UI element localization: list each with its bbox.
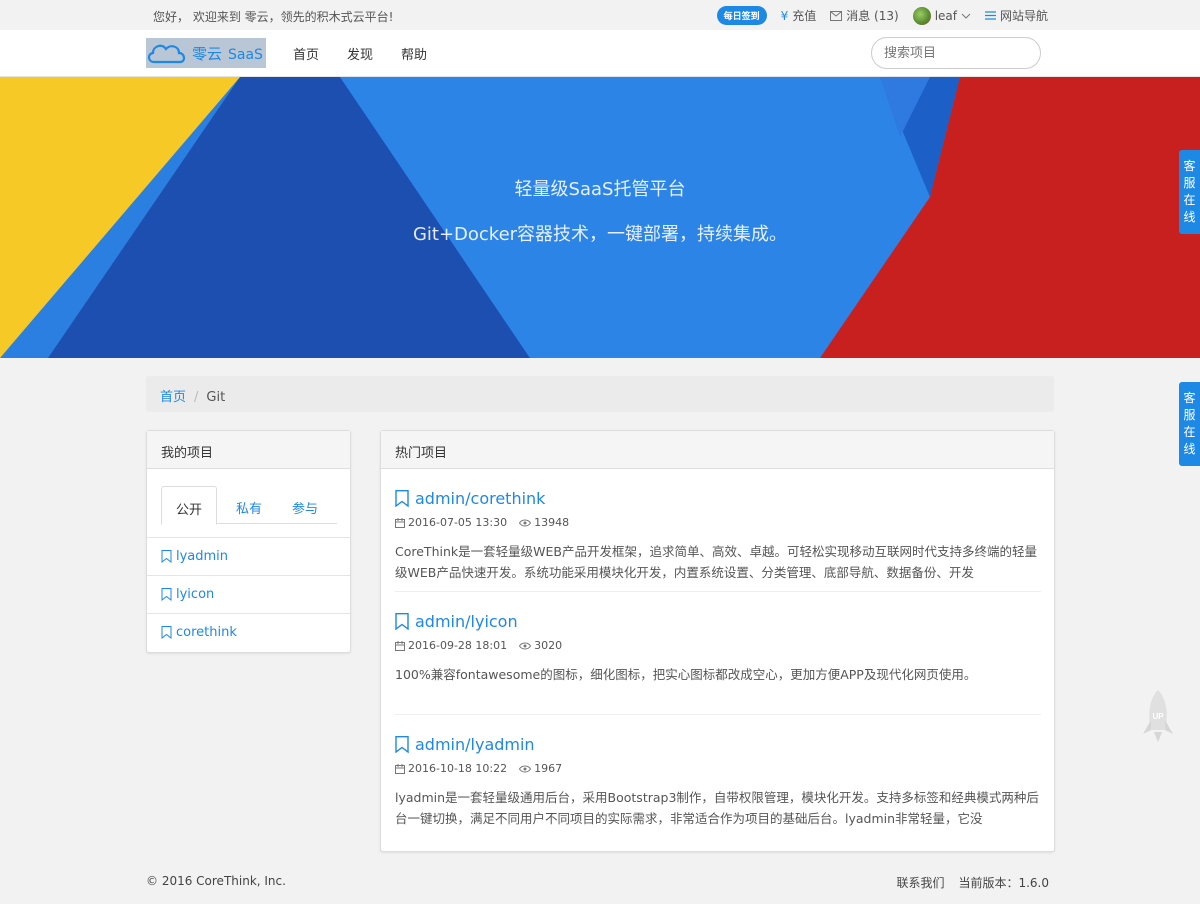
project-views: 13948	[519, 516, 569, 529]
list-item[interactable]: corethink	[147, 613, 350, 651]
breadcrumb-current: Git	[206, 390, 226, 405]
banner-background	[0, 77, 1200, 358]
hero-banner: 轻量级SaaS托管平台 Git+Docker容器技术，一键部署，持续集成。	[0, 77, 1200, 358]
checkin-button[interactable]: 每日签到	[716, 6, 767, 25]
bookmark-icon	[161, 588, 172, 601]
project-meta: 2016-10-18 10:22 1967	[395, 762, 1041, 775]
eye-icon	[519, 765, 532, 772]
project-views: 1967	[519, 762, 562, 775]
rocket-label: UP	[1152, 712, 1164, 721]
project-meta: 2016-07-05 13:30 13948	[395, 516, 1041, 529]
calendar-icon	[395, 763, 405, 774]
date-label: 2016-10-18 10:22	[408, 762, 508, 775]
nav-links: 首页 发现 帮助	[293, 44, 427, 63]
customer-service-button-2[interactable]: 客服在线	[1179, 382, 1200, 466]
customer-service-button[interactable]: 客服在线	[1179, 150, 1200, 234]
site-nav-link[interactable]: 网站导航	[984, 7, 1048, 24]
project-date: 2016-07-05 13:30	[395, 516, 507, 529]
recharge-label: 充值	[792, 9, 817, 23]
project-description: 100%兼容fontawesome的图标，细化图标，把实心图标都改成空心，更加方…	[395, 667, 977, 682]
project-title[interactable]: admin/lyadmin	[395, 735, 1041, 754]
views-count: 3020	[534, 639, 563, 652]
username-label: leaf	[934, 8, 957, 23]
breadcrumb-separator: /	[194, 390, 199, 405]
bookmark-icon	[395, 613, 409, 630]
banner-title: 轻量级SaaS托管平台	[514, 179, 686, 200]
cloud-icon	[147, 44, 186, 64]
bookmark-icon	[395, 490, 409, 507]
avatar	[912, 6, 931, 25]
breadcrumb: 首页 / Git	[146, 376, 1054, 412]
date-label: 2016-07-05 13:30	[408, 516, 508, 529]
logo-text-primary: 零云	[192, 45, 223, 63]
project-link: lyicon	[176, 587, 215, 602]
project-name: admin/lyadmin	[415, 735, 535, 754]
views-count: 13948	[534, 516, 570, 529]
project-link: lyadmin	[176, 549, 229, 564]
list-icon	[984, 11, 996, 20]
calendar-icon	[395, 640, 405, 651]
recharge-link[interactable]: ¥ 充值	[781, 7, 817, 24]
my-projects-title: 我的项目	[147, 431, 350, 469]
yen-icon: ¥	[780, 8, 789, 23]
tab-private[interactable]: 私有	[221, 486, 277, 525]
project-date: 2016-09-28 18:01	[395, 639, 507, 652]
breadcrumb-home[interactable]: 首页	[160, 390, 186, 405]
bookmark-icon	[395, 736, 409, 753]
project-title[interactable]: admin/lyicon	[395, 612, 1041, 631]
list-item[interactable]: lyadmin	[147, 537, 350, 575]
list-item[interactable]: lyicon	[147, 575, 350, 613]
logo-text-secondary: SaaS	[228, 47, 263, 63]
project-name: admin/lyicon	[415, 612, 518, 631]
user-menu[interactable]: leaf	[912, 6, 971, 25]
project-card: admin/lyadmin 2016-10-18 10:22 1967 lyad…	[395, 735, 1041, 829]
project-description: CoreThink是一套轻量级WEB产品开发框架，追求简单、高效、卓越。可轻松实…	[395, 544, 1037, 580]
tab-public[interactable]: 公开	[161, 486, 217, 525]
tab-joined[interactable]: 参与	[277, 486, 333, 525]
nav-link-help[interactable]: 帮助	[401, 44, 427, 63]
project-views: 3020	[519, 639, 562, 652]
project-tabs: 公开 私有 参与	[161, 486, 337, 525]
hot-projects-panel: 热门项目 admin/corethink 2016-07-05 13:30 13…	[380, 430, 1055, 852]
project-name: admin/corethink	[415, 489, 546, 508]
site-nav-label: 网站导航	[999, 9, 1048, 23]
date-label: 2016-09-28 18:01	[408, 639, 508, 652]
divider	[395, 714, 1041, 715]
version-label: 当前版本：1.6.0	[958, 876, 1049, 890]
project-title[interactable]: admin/corethink	[395, 489, 1041, 508]
divider	[395, 591, 1041, 592]
nav-link-discover[interactable]: 发现	[347, 44, 373, 63]
eye-icon	[519, 642, 532, 649]
search-input[interactable]	[871, 37, 1041, 69]
chevron-down-icon	[961, 13, 971, 19]
project-date: 2016-10-18 10:22	[395, 762, 507, 775]
project-meta: 2016-09-28 18:01 3020	[395, 639, 1041, 652]
project-card: admin/corethink 2016-07-05 13:30 13948 C…	[395, 489, 1041, 583]
footer-links: 联系我们 当前版本：1.6.0	[896, 874, 1049, 891]
rocket-icon[interactable]: UP	[1140, 688, 1176, 744]
project-card: admin/lyicon 2016-09-28 18:01 3020 100%兼…	[395, 612, 1041, 706]
calendar-icon	[395, 517, 405, 528]
footer-copyright: © 2016 CoreThink, Inc.	[146, 874, 286, 888]
site-logo[interactable]: 零云 SaaS	[146, 38, 266, 68]
messages-label: 消息 (13)	[846, 9, 899, 23]
bookmark-icon	[161, 550, 172, 563]
envelope-icon	[830, 10, 843, 21]
project-description: lyadmin是一套轻量级通用后台，采用Bootstrap3制作，自带权限管理，…	[395, 790, 1039, 826]
hot-projects-title: 热门项目	[381, 431, 1054, 469]
welcome-text: 您好， 欢迎来到 零云，领先的积木式云平台!	[153, 10, 394, 24]
project-link: corethink	[176, 625, 237, 640]
banner-subtitle: Git+Docker容器技术，一键部署，持续集成。	[412, 224, 788, 245]
views-count: 1967	[534, 762, 563, 775]
contact-link[interactable]: 联系我们	[896, 874, 944, 891]
top-bar-actions: 每日签到 ¥ 充值 消息 (13) leaf 网站导航	[716, 6, 1048, 25]
messages-link[interactable]: 消息 (13)	[830, 7, 899, 24]
my-projects-panel: 我的项目 公开 私有 参与 lyadmin lyicon corethink	[146, 430, 351, 653]
eye-icon	[519, 519, 532, 526]
my-project-list: lyadmin lyicon corethink	[147, 537, 350, 651]
top-bar: 您好， 欢迎来到 零云，领先的积木式云平台! 每日签到 ¥ 充值 消息 (13)…	[0, 0, 1200, 30]
bookmark-icon	[161, 626, 172, 639]
nav-link-home[interactable]: 首页	[293, 44, 319, 63]
